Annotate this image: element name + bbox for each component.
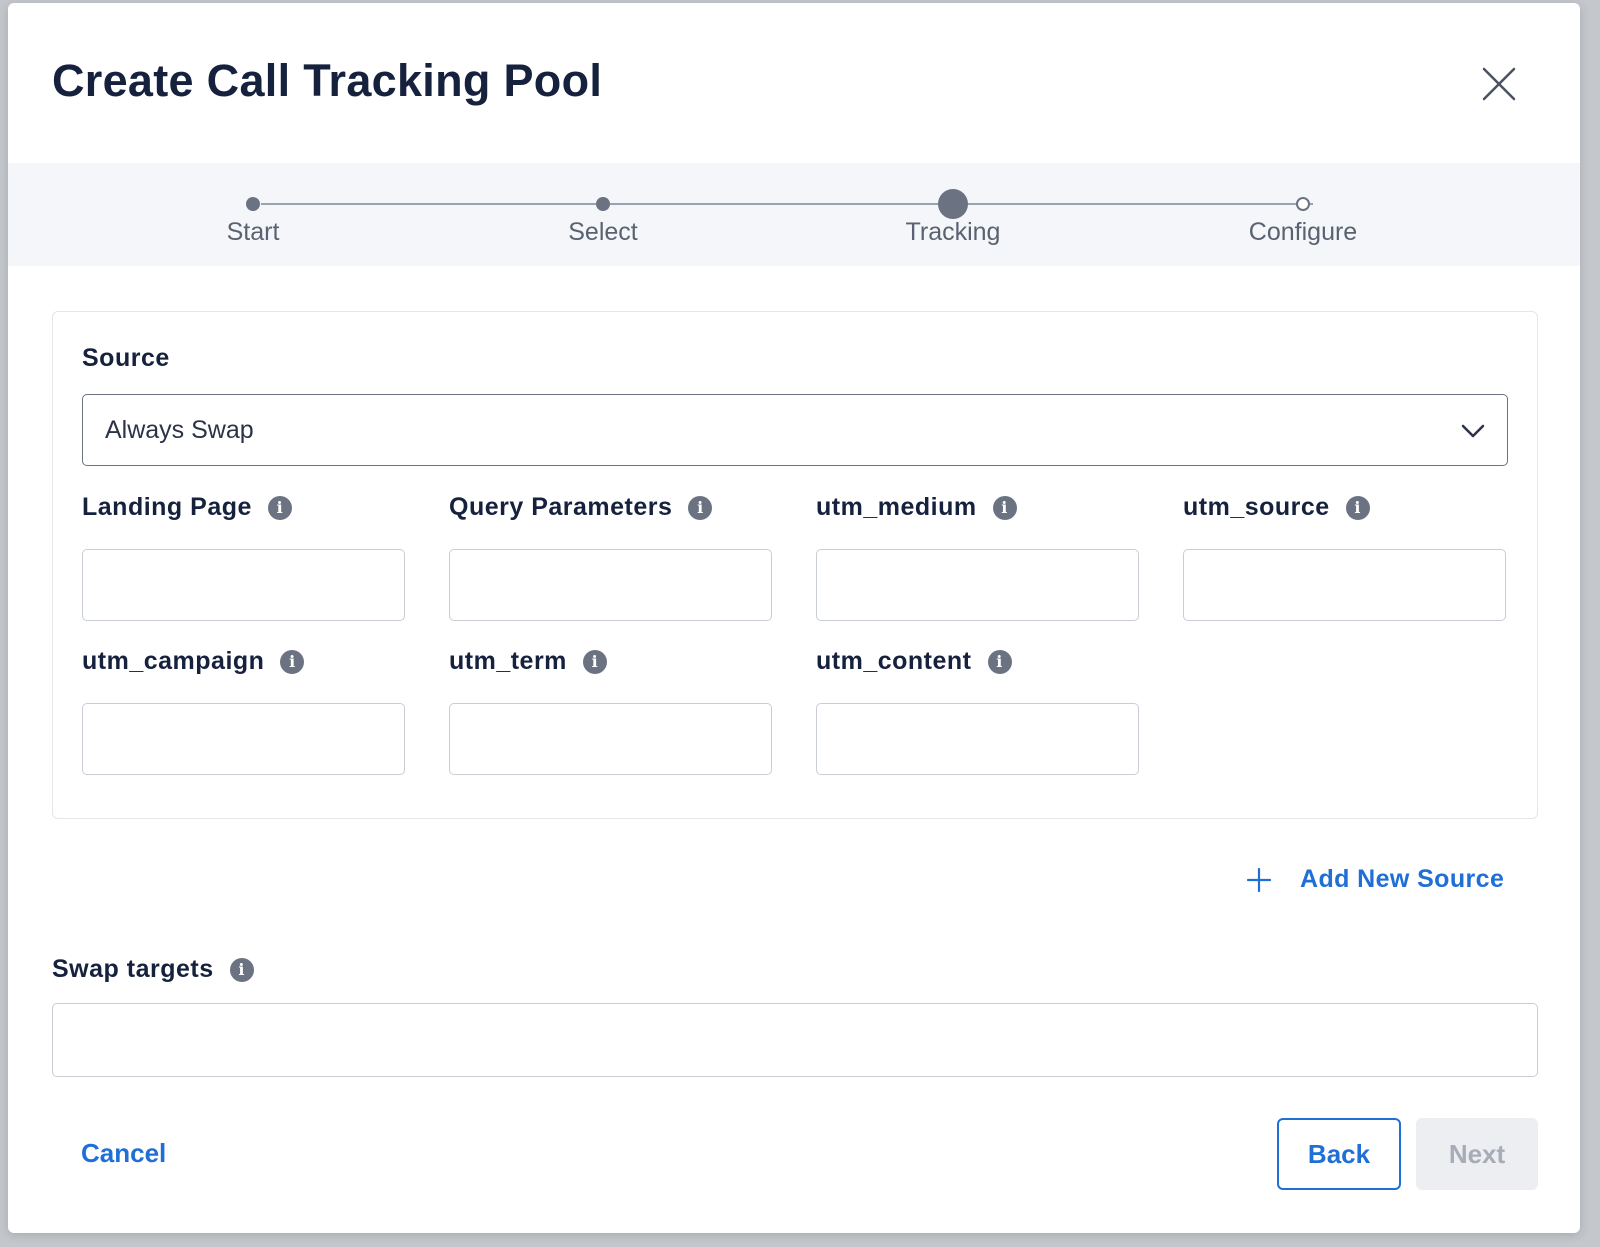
step-dot-configure (1296, 197, 1310, 211)
utm-source-input[interactable] (1183, 549, 1506, 621)
utm-content-label: utm_content i (816, 647, 1012, 676)
close-button[interactable] (1478, 63, 1522, 107)
step-dot-start (246, 197, 260, 211)
landing-page-input[interactable] (82, 549, 405, 621)
utm-medium-label: utm_medium i (816, 493, 1017, 522)
utm-medium-input[interactable] (816, 549, 1139, 621)
swap-targets-label: Swap targets i (52, 955, 254, 984)
landing-page-label-text: Landing Page (82, 493, 252, 521)
info-icon[interactable]: i (582, 649, 607, 674)
step-label-start: Start (226, 218, 280, 246)
utm-campaign-input[interactable] (82, 703, 405, 775)
source-card: Source Always Swap Landing Page i Query … (52, 311, 1538, 819)
utm-campaign-label-text: utm_campaign (82, 647, 265, 675)
info-icon[interactable]: i (229, 957, 254, 982)
utm-term-input[interactable] (449, 703, 772, 775)
utm-term-label: utm_term i (449, 647, 607, 676)
query-parameters-label-text: Query Parameters (449, 493, 673, 521)
progress-stepper: Start Select Tracking Configure (8, 163, 1580, 266)
utm-medium-label-text: utm_medium (816, 493, 977, 521)
step-label-configure: Configure (1248, 218, 1358, 246)
back-button[interactable]: Back (1277, 1118, 1401, 1190)
chevron-down-icon (1461, 424, 1485, 438)
plus-icon (1246, 867, 1272, 892)
cancel-button[interactable]: Cancel (81, 1138, 166, 1169)
modal-title: Create Call Tracking Pool (52, 55, 603, 106)
info-icon[interactable]: i (688, 495, 713, 520)
swap-targets-label-text: Swap targets (52, 955, 214, 983)
step-dot-select (596, 197, 610, 211)
utm-content-label-text: utm_content (816, 647, 972, 675)
step-label-tracking: Tracking (905, 218, 1001, 246)
step-label-select: Select (568, 218, 638, 246)
info-icon[interactable]: i (1345, 495, 1370, 520)
utm-source-label-text: utm_source (1183, 493, 1330, 521)
next-button[interactable]: Next (1416, 1118, 1538, 1190)
source-select[interactable]: Always Swap (82, 394, 1508, 466)
swap-targets-input[interactable] (52, 1003, 1538, 1077)
info-icon[interactable]: i (987, 649, 1012, 674)
utm-term-label-text: utm_term (449, 647, 567, 675)
source-label-text: Source (82, 344, 170, 372)
query-parameters-label: Query Parameters i (449, 493, 713, 522)
stepper-track (261, 203, 1313, 205)
create-call-tracking-pool-modal: Create Call Tracking Pool Start Select T… (8, 3, 1580, 1233)
source-selected-value: Always Swap (105, 416, 254, 444)
info-icon[interactable]: i (280, 649, 305, 674)
info-icon[interactable]: i (267, 495, 292, 520)
utm-source-label: utm_source i (1183, 493, 1370, 522)
step-dot-tracking (938, 189, 968, 219)
utm-campaign-label: utm_campaign i (82, 647, 305, 676)
source-label: Source (82, 344, 170, 373)
landing-page-label: Landing Page i (82, 493, 292, 522)
info-icon[interactable]: i (992, 495, 1017, 520)
add-new-source-label: Add New Source (1300, 865, 1505, 893)
utm-content-input[interactable] (816, 703, 1139, 775)
close-icon (1482, 67, 1516, 101)
add-new-source-button[interactable]: Add New Source (1246, 865, 1504, 894)
query-parameters-input[interactable] (449, 549, 772, 621)
